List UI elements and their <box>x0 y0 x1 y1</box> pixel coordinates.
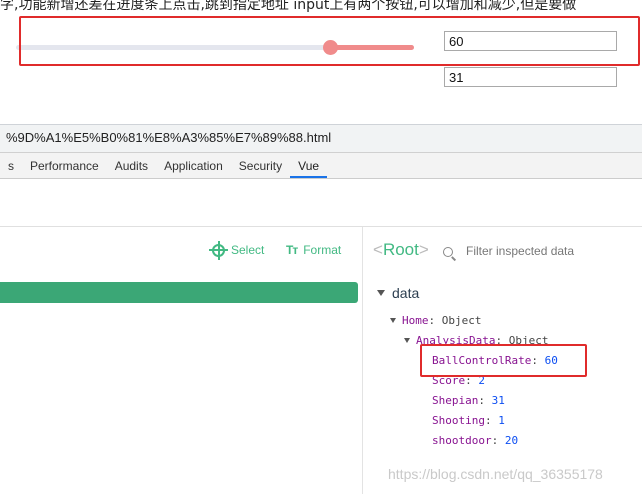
root-component-label: <Root> <box>373 240 429 259</box>
selected-component-row[interactable] <box>0 282 358 303</box>
crosshair-icon <box>209 240 228 260</box>
tab-security[interactable]: Security <box>231 153 290 178</box>
vue-devtools-header <box>0 179 642 227</box>
page-intro-text: 字,功能新增还差在进度条上点击,跳到指定地址 input上有两个按钮,可以增加和… <box>0 0 577 13</box>
inspector-pane: <Root> Filter inspected data data Home: … <box>363 227 642 494</box>
triangle-down-icon <box>404 338 410 343</box>
search-icon <box>443 247 453 257</box>
triangle-down-icon <box>390 318 396 323</box>
tab-vue[interactable]: Vue <box>290 153 328 178</box>
component-tree-pane: Select Tт Format <box>0 227 363 494</box>
filter-input[interactable]: Filter inspected data <box>466 244 574 258</box>
select-label: Select <box>231 243 265 257</box>
tab-sources-partial[interactable]: s <box>0 153 22 178</box>
tree-row-analysisdata[interactable]: AnalysisData: Object <box>404 334 548 347</box>
data-section-label: data <box>392 285 420 301</box>
tab-performance[interactable]: Performance <box>22 153 107 178</box>
tree-field-shootdoor[interactable]: shootdoor: 20 <box>432 434 518 447</box>
component-toolbar: Select Tт Format <box>0 227 363 275</box>
slider-fill <box>330 45 414 50</box>
tree-field-score[interactable]: Score: 2 <box>432 374 485 387</box>
format-button[interactable]: Tт Format <box>286 243 341 257</box>
tree-field-shepian[interactable]: Shepian: 31 <box>432 394 505 407</box>
devtools-tab-bar: s Performance Audits Application Securit… <box>0 152 642 179</box>
tree-field-shooting[interactable]: Shooting: 1 <box>432 414 505 427</box>
data-section-toggle[interactable]: data <box>377 285 419 301</box>
tree-field-ballcontrolrate[interactable]: BallControlRate: 60 <box>432 354 558 367</box>
slider-thumb[interactable] <box>323 40 338 55</box>
format-text-icon: Tт <box>286 243 298 257</box>
tab-audits[interactable]: Audits <box>107 153 156 178</box>
triangle-down-icon <box>377 290 385 296</box>
select-button[interactable]: Select <box>209 240 265 260</box>
tab-application[interactable]: Application <box>156 153 231 178</box>
format-label: Format <box>303 243 342 257</box>
tree-row-home[interactable]: Home: Object <box>390 314 482 327</box>
watermark: https://blog.csdn.net/qq_36355178 <box>388 466 603 482</box>
secondary-value-input[interactable] <box>444 67 617 87</box>
progress-slider[interactable] <box>16 40 414 55</box>
url-bar[interactable]: %9D%A1%E5%B0%81%E8%A3%85%E7%89%88.html <box>0 124 642 152</box>
slider-value-input[interactable] <box>444 31 617 51</box>
